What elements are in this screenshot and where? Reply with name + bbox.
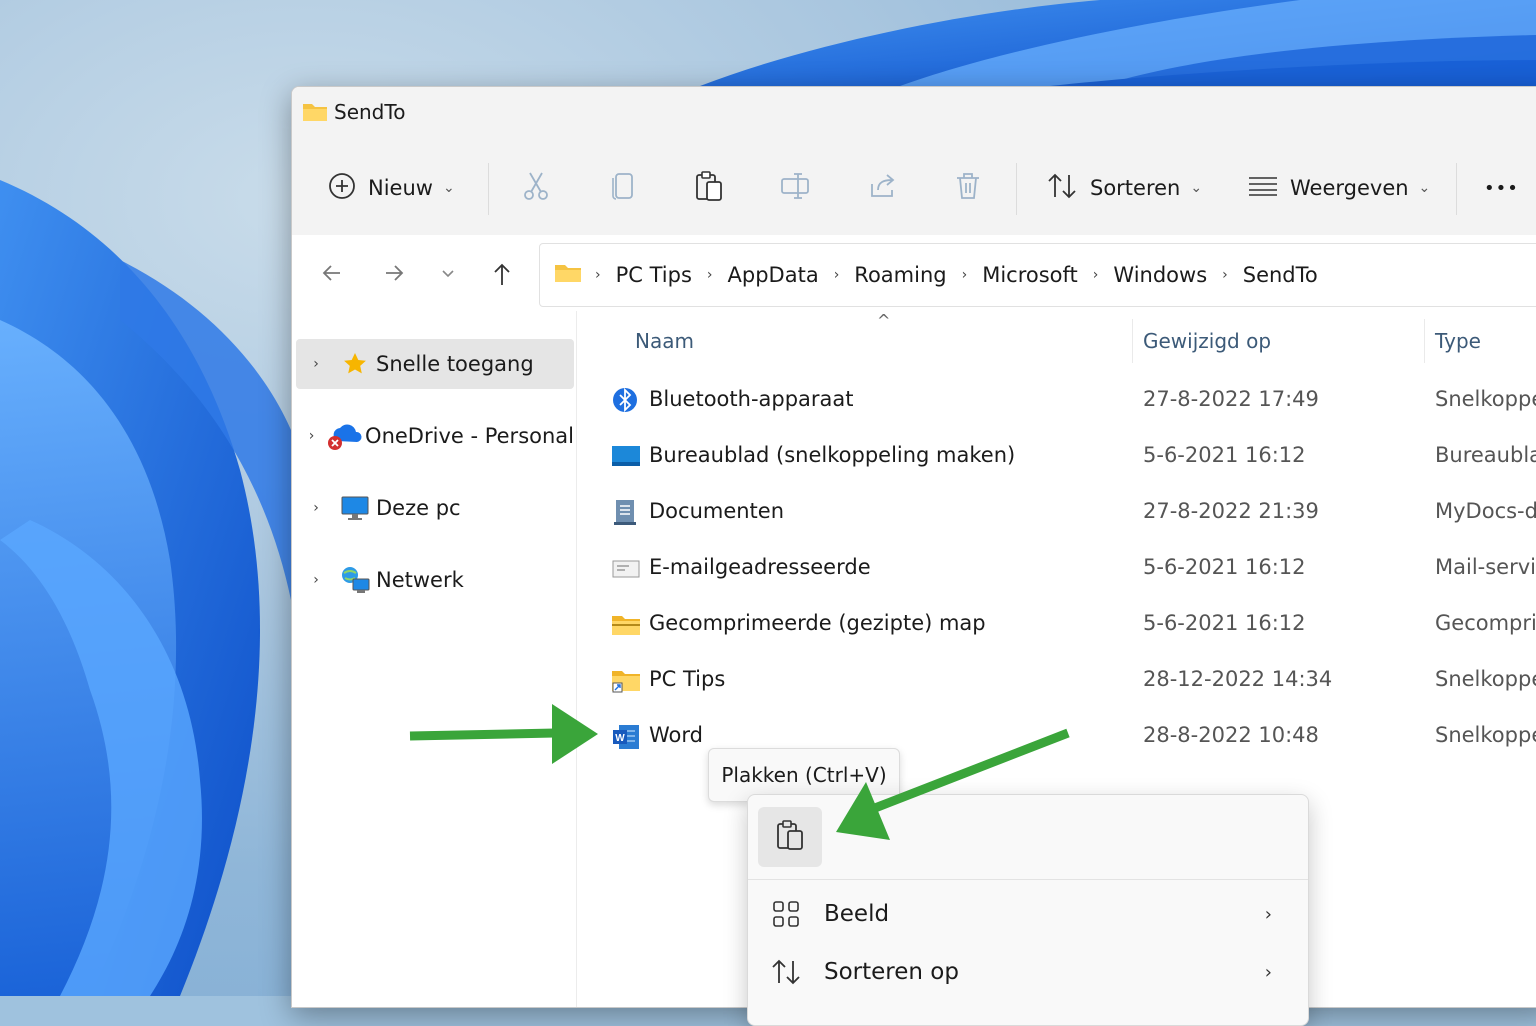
green-arrow-to-word — [409, 704, 598, 764]
annotation-arrows — [409, 704, 1070, 840]
green-arrow-to-paste — [836, 728, 1070, 840]
